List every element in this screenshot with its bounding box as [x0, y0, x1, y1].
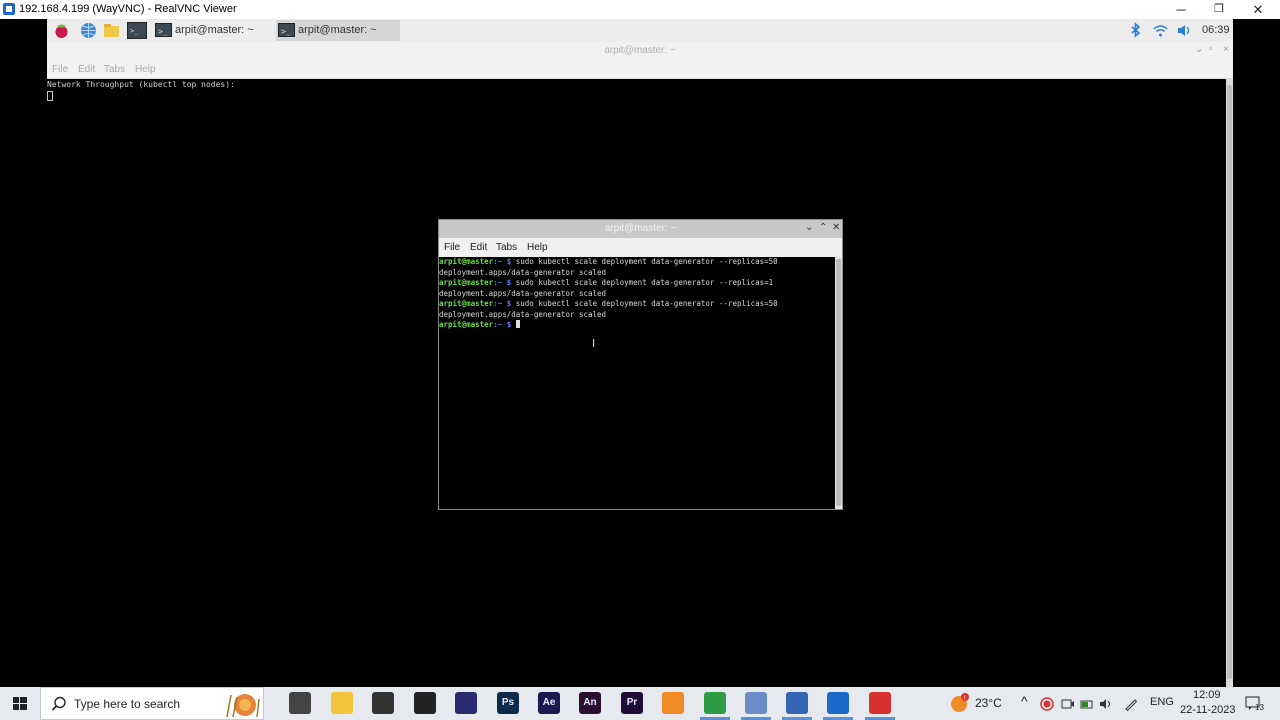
- terminal-line: deployment.apps/data-generator scaled: [439, 288, 607, 298]
- search-placeholder: Type here to search: [74, 697, 181, 711]
- file-manager-icon[interactable]: [103, 22, 120, 39]
- menu-edit[interactable]: Edit: [470, 242, 487, 253]
- wifi-icon[interactable]: [1152, 22, 1169, 39]
- record-icon[interactable]: [1040, 697, 1054, 711]
- fg-terminal-title-bar[interactable]: arpit@master: ~ ⌄ ⌃ ✕: [439, 220, 842, 238]
- xbox-icon[interactable]: [414, 692, 436, 714]
- menu-help[interactable]: Help: [527, 242, 548, 253]
- windows-taskbar: Type here to search ! 23°C ^ ENG 12:09 2…: [0, 687, 1280, 720]
- pen-icon[interactable]: [1124, 697, 1138, 711]
- realvnc-app-icon: [3, 3, 15, 15]
- photoshop-icon[interactable]: Ps: [497, 692, 519, 714]
- panel-task-label: arpit@master: ~: [175, 24, 254, 36]
- panel-task-terminal-1[interactable]: arpit@master: ~: [153, 20, 271, 42]
- raspberry-menu-icon[interactable]: [53, 22, 70, 39]
- remote-desktop-icon[interactable]: [786, 692, 808, 714]
- text-cursor-icon: Ⅰ: [592, 338, 596, 350]
- vnc-window-title: 192.168.4.199 (WayVNC) - RealVNC Viewer: [19, 3, 237, 15]
- battery-icon[interactable]: [1080, 697, 1094, 711]
- fg-terminal-menu-bar: File Edit Tabs Help: [439, 238, 842, 257]
- after-effects-icon[interactable]: Ae: [538, 692, 560, 714]
- terminal-icon: [155, 21, 172, 42]
- terminal-launcher-icon[interactable]: >_: [127, 22, 147, 39]
- animate-icon[interactable]: An: [579, 692, 601, 714]
- notification-count: 13: [1255, 703, 1264, 712]
- meet-now-icon[interactable]: [1061, 697, 1075, 711]
- panel-clock: 06:39: [1202, 24, 1230, 36]
- terminal-line: arpit@master:~ $ sudo kubectl scale depl…: [439, 299, 778, 308]
- search-highlight-icon: [226, 694, 260, 718]
- volume-icon[interactable]: [1176, 22, 1193, 39]
- chevron-up-icon[interactable]: ⌃: [819, 222, 827, 233]
- premiere-icon[interactable]: Pr: [621, 692, 643, 714]
- restore-button[interactable]: ❐: [1199, 0, 1239, 19]
- search-icon: [51, 696, 66, 711]
- file-explorer-icon[interactable]: [331, 692, 353, 714]
- close-icon[interactable]: ✕: [832, 222, 840, 233]
- svg-text:!: !: [964, 695, 966, 702]
- recorder-icon[interactable]: [869, 692, 891, 714]
- menu-file[interactable]: File: [444, 242, 460, 253]
- panel-task-label: arpit@master: ~: [298, 24, 377, 36]
- task-view-icon[interactable]: [289, 692, 311, 714]
- maximize-icon[interactable]: ▫: [1209, 44, 1213, 55]
- menu-edit[interactable]: Edit: [78, 64, 95, 75]
- vnc-title-bar: 192.168.4.199 (WayVNC) - RealVNC Viewer …: [0, 0, 1280, 19]
- terminal-line: arpit@master:~ $ sudo kubectl scale depl…: [439, 278, 774, 287]
- taskbar-search-box[interactable]: Type here to search: [40, 687, 264, 720]
- speaker-icon[interactable]: [1099, 697, 1113, 711]
- web-browser-icon[interactable]: [80, 22, 97, 39]
- language-indicator[interactable]: ENG: [1150, 696, 1174, 708]
- terminal-line: deployment.apps/data-generator scaled: [439, 309, 607, 319]
- rpi-top-panel: >_ arpit@master: ~ arpit@master: ~ 06:39: [47, 19, 1233, 42]
- weather-temp[interactable]: 23°C: [975, 696, 1002, 710]
- bluetooth-icon[interactable]: [1127, 22, 1144, 39]
- menu-help[interactable]: Help: [135, 64, 156, 75]
- fg-terminal-body[interactable]: arpit@master:~ $ sudo kubectl scale depl…: [439, 257, 835, 509]
- chevron-down-icon[interactable]: ⌄: [805, 222, 813, 233]
- system-date[interactable]: 22-11-2023: [1180, 704, 1235, 716]
- vnc-frame-left: [0, 19, 47, 687]
- svg-text:>_: >_: [130, 27, 139, 35]
- chevron-up-icon[interactable]: ^: [1021, 693, 1028, 709]
- menu-tabs[interactable]: Tabs: [104, 64, 125, 75]
- fg-terminal-title: arpit@master: ~: [604, 223, 677, 234]
- terminal-cursor: [515, 320, 520, 328]
- headset-icon[interactable]: [455, 692, 477, 714]
- bg-terminal-title: arpit@master: ~: [604, 45, 676, 56]
- scrollbar-thumb[interactable]: [836, 259, 841, 506]
- terminal-line: arpit@master:~ $ sudo kubectl scale depl…: [439, 257, 778, 266]
- vnc-scrollbar[interactable]: [1226, 79, 1233, 687]
- menu-file[interactable]: File: [52, 64, 68, 75]
- realvnc-icon[interactable]: [827, 692, 849, 714]
- terminal-prompt-line: arpit@master:~ $: [439, 320, 520, 330]
- fg-terminal-window: arpit@master: ~ ⌄ ⌃ ✕ File Edit Tabs Hel…: [438, 219, 843, 510]
- store-icon[interactable]: [372, 692, 394, 714]
- windows-start-icon[interactable]: [0, 687, 40, 720]
- chevron-down-icon[interactable]: ⌄: [1195, 44, 1203, 55]
- close-button[interactable]: ✕: [1238, 0, 1278, 19]
- bg-terminal-menu-bar: File Edit Tabs Help: [47, 61, 1233, 79]
- minimize-button[interactable]: ─: [1161, 0, 1201, 19]
- system-time[interactable]: 12:09: [1193, 689, 1221, 701]
- fg-terminal-scrollbar[interactable]: [835, 257, 842, 509]
- chrome-icon[interactable]: [704, 692, 726, 714]
- terminal-cursor: [47, 91, 53, 101]
- panel-task-terminal-2[interactable]: arpit@master: ~: [276, 20, 400, 42]
- scrollbar-thumb[interactable]: [1227, 85, 1232, 679]
- terminal-icon: [278, 21, 295, 42]
- close-icon[interactable]: ×: [1223, 44, 1229, 55]
- menu-tabs[interactable]: Tabs: [496, 242, 517, 253]
- weather-icon[interactable]: !: [948, 692, 970, 714]
- bg-terminal-title-bar: arpit@master: ~ ⌄ ▫ ×: [47, 42, 1233, 61]
- terminal-output-line: Network Throughput (kubectl top nodes):: [47, 80, 235, 89]
- terminal-line: deployment.apps/data-generator scaled: [439, 267, 607, 277]
- network-tool-icon[interactable]: [745, 692, 767, 714]
- sublime-icon[interactable]: [662, 692, 684, 714]
